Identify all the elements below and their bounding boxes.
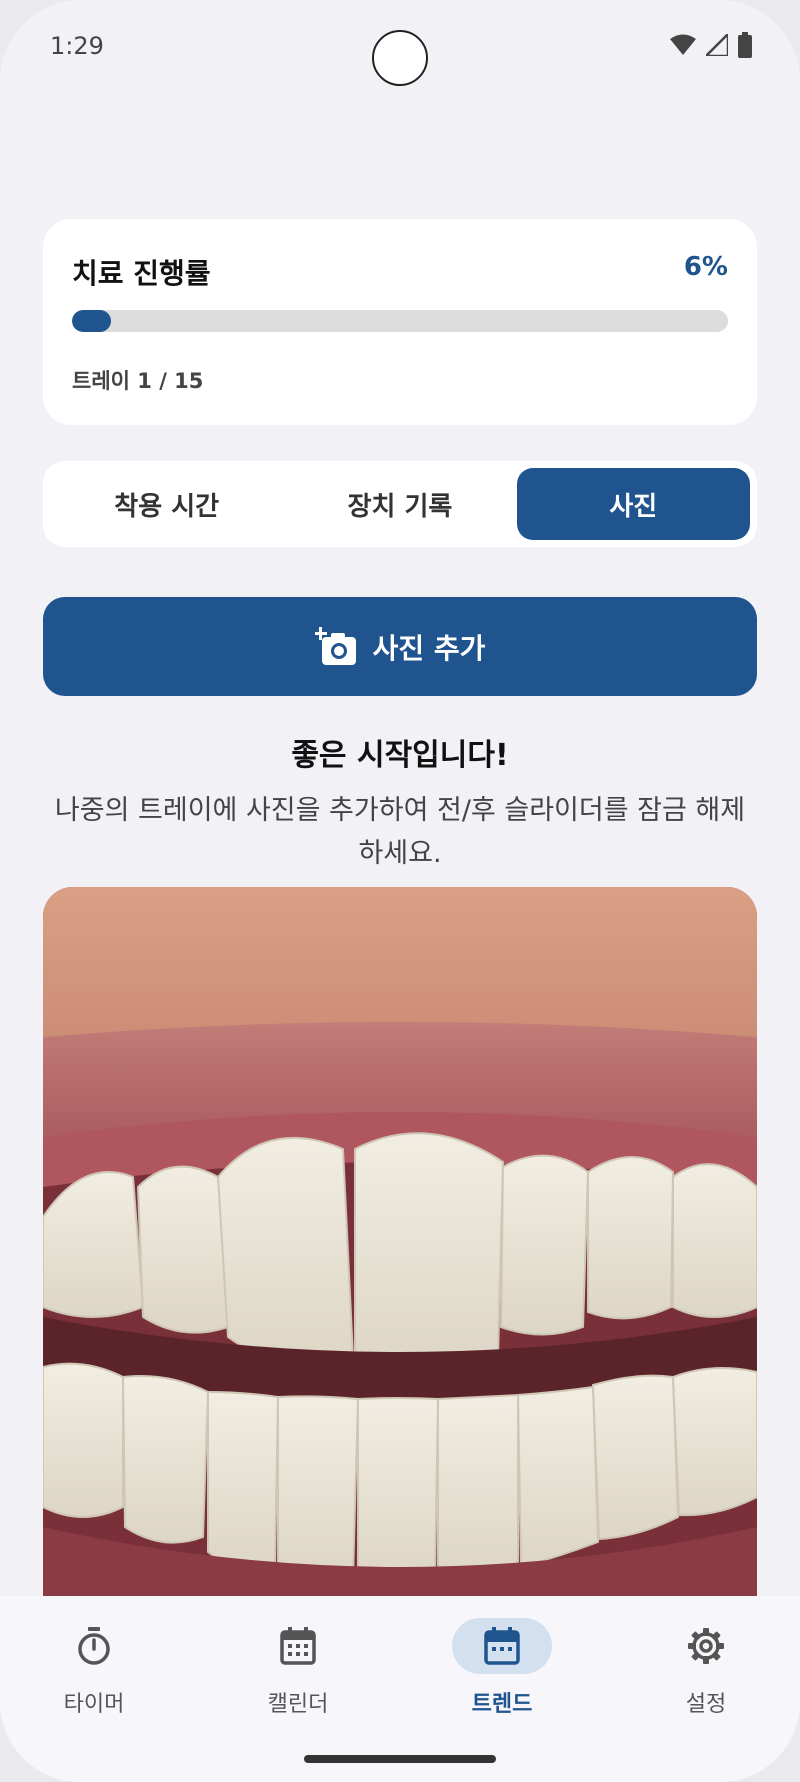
add-photo-button[interactable]: 사진 추가 <box>43 597 757 696</box>
nav-item-calendar[interactable]: 캘린더 <box>228 1618 368 1728</box>
treatment-progress-card: 치료 진행률 6% 트레이 1 / 15 <box>43 219 757 425</box>
tab-wear-time[interactable]: 착용 시간 <box>50 468 283 540</box>
add-photo-icon <box>314 626 356 665</box>
nav-label-trends: 트렌드 <box>471 1692 533 1717</box>
stopwatch-icon <box>78 1627 110 1665</box>
status-time: 1:29 <box>50 32 104 60</box>
nav-label-calendar: 캘린더 <box>267 1692 329 1717</box>
tab-appliance-log[interactable]: 장치 기록 <box>283 468 516 540</box>
calendar-dots-icon <box>484 1627 520 1665</box>
progress-title: 치료 진행률 <box>72 257 211 290</box>
bottom-navigation: 타이머 캘린더 트렌드 설정 <box>0 1596 800 1782</box>
nav-icon-container <box>44 1618 144 1674</box>
nav-item-settings[interactable]: 설정 <box>636 1618 776 1728</box>
gear-icon <box>688 1628 724 1664</box>
wifi-icon <box>670 34 696 55</box>
tray-count: 트레이 1 / 15 <box>72 369 204 393</box>
battery-icon <box>738 32 752 58</box>
status-bar: 1:29 <box>0 0 800 100</box>
home-indicator[interactable] <box>304 1755 496 1763</box>
segmented-tabs: 착용 시간 장치 기록 사진 <box>43 461 757 547</box>
encouragement-title: 좋은 시작입니다! <box>291 738 509 773</box>
nav-icon-container <box>248 1618 348 1674</box>
nav-icon-container <box>656 1618 756 1674</box>
nav-item-trends[interactable]: 트렌드 <box>432 1618 572 1728</box>
nav-label-timer: 타이머 <box>63 1692 125 1717</box>
nav-label-settings: 설정 <box>685 1692 727 1717</box>
nav-item-timer[interactable]: 타이머 <box>24 1618 164 1728</box>
nav-icon-container <box>452 1618 552 1674</box>
camera-cutout <box>372 30 428 86</box>
teeth-photo-image <box>43 887 757 1627</box>
progress-percent: 6% <box>683 252 728 282</box>
status-icons <box>670 32 752 58</box>
signal-icon <box>706 34 728 56</box>
progress-bar-fill <box>72 310 112 332</box>
tab-photos[interactable]: 사진 <box>516 468 750 540</box>
add-photo-label: 사진 추가 <box>372 631 486 665</box>
progress-bar <box>72 310 728 332</box>
teeth-photo[interactable] <box>43 887 757 1627</box>
calendar-icon <box>280 1627 316 1665</box>
phone-screen: 1:29 치료 진행률 6% 트레이 1 / 15 착용 시간 장치 기록 사진 <box>0 0 800 1782</box>
encouragement-text: 나중의 트레이에 사진을 추가하여 전/후 슬라이더를 잠금 해제하세요. <box>54 795 746 869</box>
